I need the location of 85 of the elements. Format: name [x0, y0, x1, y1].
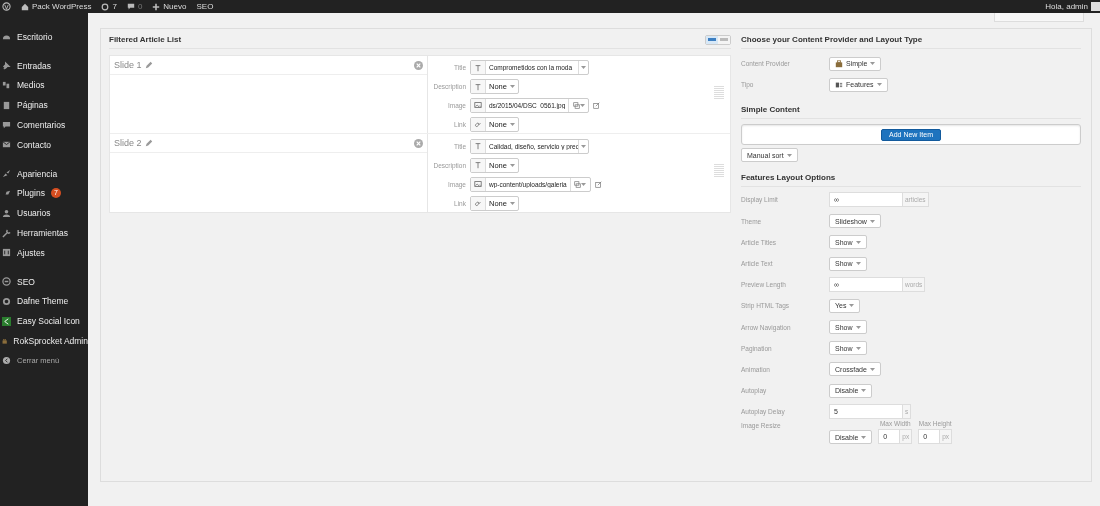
caret-icon — [581, 144, 586, 148]
link-icon — [474, 199, 482, 207]
gallery-icon — [572, 101, 580, 109]
caret-icon — [509, 122, 515, 126]
menu-item[interactable]: Apariencia — [0, 163, 88, 184]
briefcase-icon — [835, 59, 843, 68]
edit-icon[interactable] — [593, 101, 601, 109]
refresh-icon — [101, 2, 110, 11]
menu-item[interactable]: Medios — [0, 75, 88, 96]
comments-link[interactable]: 0 — [126, 2, 143, 11]
layout-icon — [835, 80, 843, 89]
plus-icon — [152, 2, 161, 11]
home-icon — [21, 2, 29, 11]
media-icon — [2, 81, 11, 90]
wrench-icon — [2, 228, 11, 238]
comment-icon — [2, 120, 11, 130]
text-icon — [474, 82, 482, 91]
caret-icon — [509, 201, 515, 205]
briefcase-icon — [2, 336, 8, 346]
user-icon — [2, 208, 11, 218]
share-icon — [2, 316, 11, 326]
section-title: Simple Content — [741, 105, 800, 115]
caret-icon — [876, 83, 882, 87]
caret-icon — [870, 62, 876, 66]
caret-icon — [849, 304, 855, 308]
brush-icon — [2, 169, 11, 179]
section-title: Filtered Article List — [109, 35, 182, 44]
edit-icon[interactable] — [594, 180, 602, 188]
view-toggle[interactable] — [718, 35, 730, 44]
site-link[interactable]: Pack WordPress — [21, 2, 92, 11]
view-toggle[interactable] — [706, 35, 718, 44]
drag-handle[interactable] — [714, 86, 724, 100]
section-title: Features Layout Options — [741, 173, 836, 183]
caret-icon — [786, 153, 792, 157]
remove-icon[interactable] — [414, 138, 423, 148]
caret-icon — [855, 240, 861, 244]
comment-icon — [126, 2, 135, 11]
updates-link[interactable]: 7 — [101, 2, 117, 11]
caret-icon — [861, 435, 867, 439]
seo-link[interactable]: SEO — [196, 2, 214, 11]
caret-icon — [869, 367, 875, 371]
menu-item[interactable]: Comentarios — [0, 115, 88, 135]
gallery-icon — [574, 180, 582, 188]
menu-item[interactable]: Usuarios — [0, 203, 88, 224]
caret-icon — [855, 262, 861, 266]
caret-icon — [509, 85, 515, 89]
pages-icon — [2, 100, 11, 110]
remove-icon[interactable] — [414, 60, 423, 70]
menu-item[interactable]: RokSprocket Admin — [0, 331, 88, 351]
gear-icon — [2, 296, 11, 306]
caret-icon — [581, 66, 586, 70]
menu-item[interactable]: Escritorio — [0, 27, 88, 47]
pencil-icon — [144, 61, 153, 69]
menu-item[interactable]: Easy Social Icon — [0, 311, 88, 332]
account-link[interactable]: Hola, admin — [1045, 2, 1100, 11]
text-icon — [474, 63, 482, 72]
pencil-icon — [144, 139, 153, 147]
menu-item[interactable]: Ajustes — [0, 242, 88, 263]
avatar-icon — [1091, 2, 1100, 11]
new-link[interactable]: Nuevo — [152, 2, 187, 11]
caret-icon — [855, 325, 861, 329]
pushpin-icon — [2, 61, 11, 71]
text-icon — [474, 142, 482, 150]
menu-item[interactable]: Páginas — [0, 95, 88, 116]
text-icon — [474, 161, 482, 169]
image-icon — [474, 101, 482, 110]
caret-icon — [581, 182, 587, 186]
menu-item[interactable]: Dafne Theme — [0, 291, 88, 312]
link-icon — [474, 120, 482, 129]
menu-item[interactable]: Herramientas — [0, 223, 88, 243]
caret-icon — [861, 389, 867, 393]
slide-title[interactable]: Slide 1 — [114, 60, 153, 70]
menu-item[interactable]: Entradas — [0, 55, 88, 76]
menu-item[interactable]: Contacto — [0, 135, 88, 155]
caret-icon — [855, 346, 861, 350]
layout-tab[interactable] — [994, 13, 1084, 22]
caret-icon — [509, 163, 515, 167]
drag-handle[interactable] — [714, 164, 724, 178]
section-title: Choose your Content Provider and Layout Type — [741, 35, 923, 44]
caret-icon — [579, 103, 585, 107]
caret-icon — [869, 219, 875, 223]
menu-item[interactable]: SEO — [0, 271, 88, 292]
wordpress-logo-icon[interactable] — [2, 2, 11, 11]
slide-title[interactable]: Slide 2 — [114, 138, 153, 148]
image-icon — [474, 180, 482, 188]
